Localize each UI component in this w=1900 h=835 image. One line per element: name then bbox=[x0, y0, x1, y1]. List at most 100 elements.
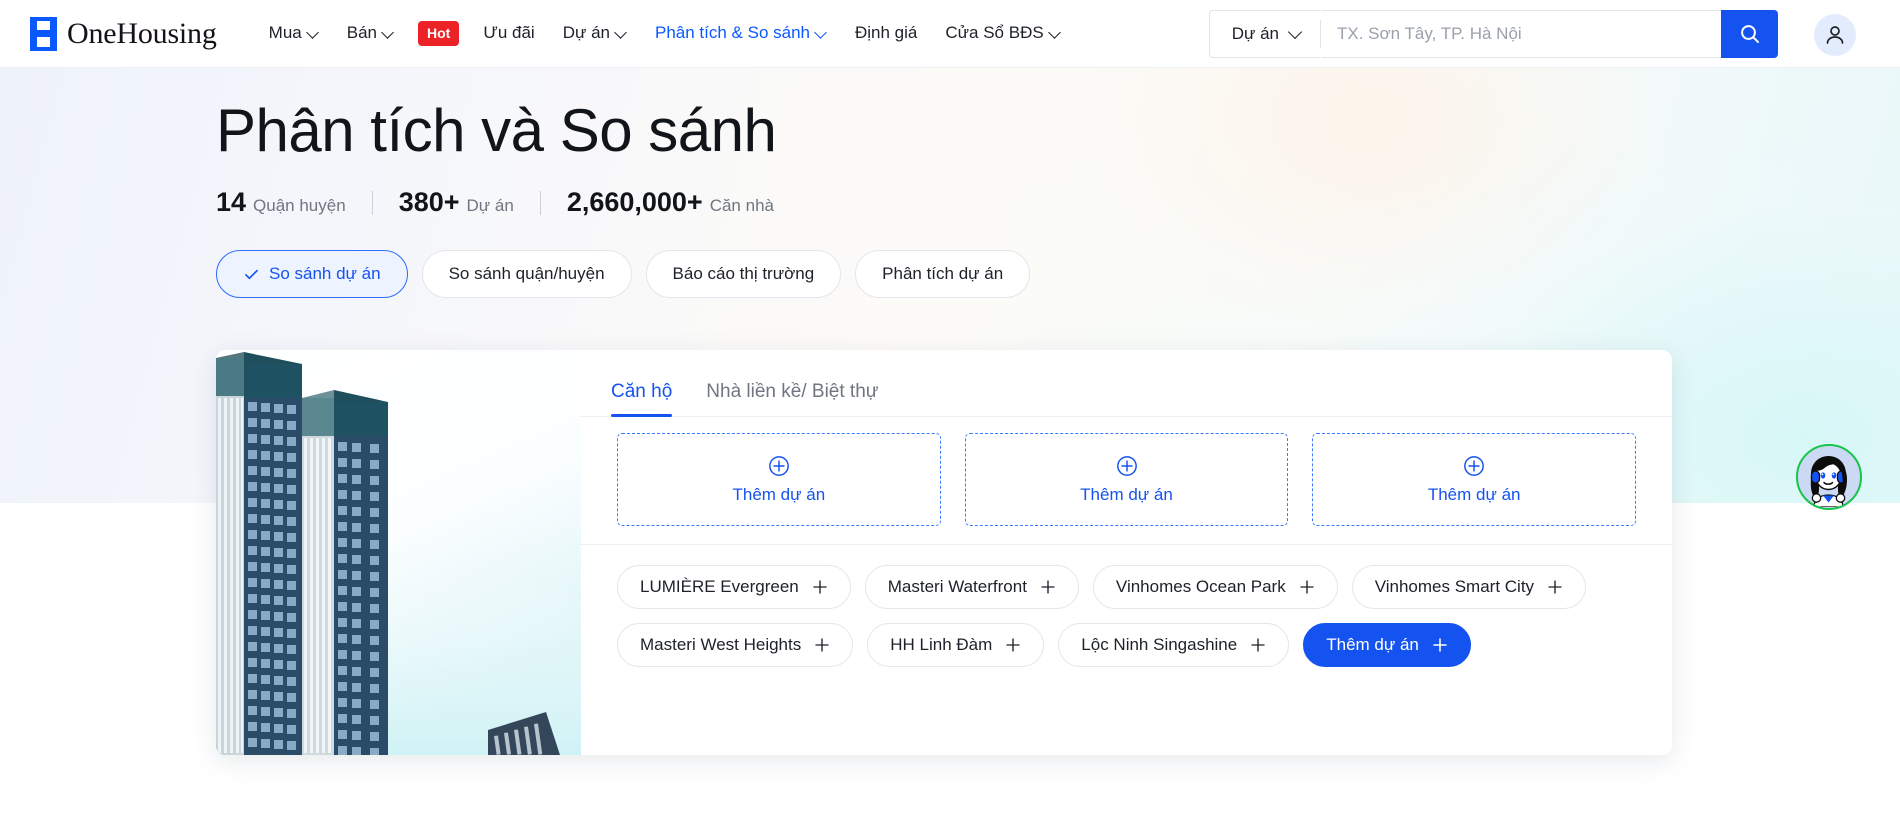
plus-circle-icon bbox=[768, 455, 789, 476]
project-suggestion-chips: LUMIÈRE Evergreen Masteri Waterfront Vin… bbox=[581, 545, 1672, 667]
chip-label: Lộc Ninh Singashine bbox=[1081, 635, 1238, 654]
logo[interactable]: OneHousing bbox=[30, 16, 217, 51]
stat-separator bbox=[371, 190, 373, 215]
pill-label: Phân tích dự án bbox=[882, 264, 1004, 283]
chip-vinhomes-smart-city[interactable]: Vinhomes Smart City bbox=[1351, 565, 1587, 609]
stat-homes: 2,660,000+ Căn nhà bbox=[567, 187, 774, 218]
pill-bao-cao-thi-truong[interactable]: Báo cáo thị trường bbox=[645, 250, 842, 298]
chatbot-button[interactable] bbox=[1796, 444, 1862, 510]
plus-icon bbox=[815, 638, 829, 652]
stat-number: 14 bbox=[216, 187, 247, 217]
pill-label: Báo cáo thị trường bbox=[672, 264, 815, 283]
nav-label: Mua bbox=[268, 23, 302, 43]
slot-label: Thêm dự án bbox=[1080, 484, 1173, 504]
stat-label: Căn nhà bbox=[709, 196, 774, 215]
nav-label: Phân tích & So sánh bbox=[655, 23, 810, 43]
chip-label: LUMIÈRE Evergreen bbox=[640, 577, 799, 596]
nav-item-dinh-gia[interactable]: Định giá bbox=[841, 15, 931, 51]
project-slots: Thêm dự án Thêm dự án Thêm dự án bbox=[581, 417, 1672, 544]
stat-separator bbox=[539, 190, 541, 215]
tab-can-ho[interactable]: Căn hộ bbox=[611, 381, 673, 417]
plus-icon bbox=[1041, 580, 1055, 594]
slot-label: Thêm dự án bbox=[732, 484, 826, 504]
pill-label: So sánh quận/huyện bbox=[448, 264, 605, 283]
user-icon bbox=[1826, 26, 1844, 44]
main-nav: Mua Bán Hot Ưu đãi Dự án Phân tích & So … bbox=[255, 13, 1075, 54]
search-type-selector[interactable]: Dự án bbox=[1208, 10, 1320, 58]
chevron-down-icon bbox=[308, 28, 319, 39]
nav-item-cua-so-bds[interactable]: Cửa Sổ BĐS bbox=[931, 15, 1074, 51]
pill-so-sanh-quan-huyen[interactable]: So sánh quận/huyện bbox=[421, 250, 632, 298]
account-button[interactable] bbox=[1814, 14, 1856, 56]
chevron-down-icon bbox=[1289, 30, 1302, 39]
onehousing-logo-icon bbox=[30, 16, 57, 51]
chevron-down-icon bbox=[1050, 28, 1061, 39]
chip-label: HH Linh Đàm bbox=[890, 635, 993, 654]
tab-nha-lien-ke-biet-thu[interactable]: Nhà liền kề/ Biệt thự bbox=[706, 381, 878, 416]
pill-so-sanh-du-an[interactable]: So sánh dự án bbox=[216, 250, 408, 298]
search-input[interactable] bbox=[1321, 10, 1721, 58]
search-bar: Dự án bbox=[1208, 10, 1778, 58]
nav-item-hot[interactable]: Hot bbox=[408, 13, 469, 54]
project-slot-2: Thêm dự án bbox=[953, 433, 1301, 526]
tab-label: Nhà liền kề/ Biệt thự bbox=[706, 381, 879, 402]
nav-label: Ưu đãi bbox=[483, 23, 535, 43]
project-slot-1: Thêm dự án bbox=[605, 433, 953, 526]
plus-icon bbox=[1006, 638, 1020, 652]
nav-item-ban[interactable]: Bán bbox=[333, 15, 408, 51]
hot-badge: Hot bbox=[417, 21, 460, 46]
nav-label: Bán bbox=[346, 23, 377, 43]
chip-lumiere-evergreen[interactable]: LUMIÈRE Evergreen bbox=[617, 565, 851, 609]
add-project-slot-button-3[interactable]: Thêm dự án bbox=[1312, 433, 1637, 526]
card-body: Căn hộ Nhà liền kề/ Biệt thự Thêm dự án bbox=[581, 350, 1672, 755]
search-icon bbox=[1740, 25, 1759, 43]
tab-label: Căn hộ bbox=[611, 381, 673, 402]
plus-circle-icon bbox=[1464, 455, 1485, 476]
hero-stats: 14 Quận huyện 380+ Dự án 2,660,000+ Căn … bbox=[216, 187, 1030, 218]
nav-label: Định giá bbox=[855, 23, 918, 43]
skyscraper-illustration-svg bbox=[216, 350, 581, 755]
stat-districts: 14 Quận huyện bbox=[216, 187, 346, 218]
search-button[interactable] bbox=[1721, 10, 1778, 58]
add-project-slot-button-2[interactable]: Thêm dự án bbox=[964, 433, 1289, 526]
plus-icon bbox=[1433, 638, 1447, 652]
chip-loc-ninh-singashine[interactable]: Lộc Ninh Singashine bbox=[1058, 623, 1290, 667]
stat-label: Quận huyện bbox=[253, 196, 346, 215]
plus-circle-icon bbox=[1116, 455, 1137, 476]
add-project-slot-button-1[interactable]: Thêm dự án bbox=[617, 433, 941, 526]
hero-content: Phân tích và So sánh 14 Quận huyện 380+ … bbox=[216, 96, 1031, 298]
skyscraper-illustration bbox=[216, 350, 581, 755]
slot-label: Thêm dự án bbox=[1427, 484, 1521, 504]
nav-item-du-an[interactable]: Dự án bbox=[549, 15, 641, 51]
chip-add-project-button[interactable]: Thêm dự án bbox=[1303, 623, 1471, 667]
chevron-down-icon bbox=[816, 28, 827, 39]
pill-phan-tich-du-an[interactable]: Phân tích dự án bbox=[855, 250, 1031, 298]
chatbot-avatar-icon bbox=[1798, 446, 1859, 508]
page-title: Phân tích và So sánh bbox=[216, 97, 777, 164]
nav-label: Cửa Sổ BĐS bbox=[945, 23, 1044, 43]
chip-masteri-west-heights[interactable]: Masteri West Heights bbox=[617, 623, 854, 667]
site-header: OneHousing Mua Bán Hot Ưu đãi Dự án Phân… bbox=[0, 0, 1900, 68]
logo-text: OneHousing bbox=[67, 16, 217, 50]
stat-number: 2,660,000+ bbox=[566, 187, 703, 217]
stat-number: 380+ bbox=[398, 187, 460, 217]
card-tabs: Căn hộ Nhà liền kề/ Biệt thự bbox=[581, 350, 1672, 417]
nav-item-phan-tich-so-sanh[interactable]: Phân tích & So sánh bbox=[641, 15, 841, 51]
nav-label: Dự án bbox=[562, 23, 610, 43]
chip-label: Vinhomes Ocean Park bbox=[1115, 577, 1286, 596]
nav-item-uu-dai[interactable]: Ưu đãi bbox=[469, 15, 548, 51]
plus-icon bbox=[1300, 580, 1314, 594]
chip-masteri-waterfront[interactable]: Masteri Waterfront bbox=[864, 565, 1079, 609]
chip-label: Masteri West Heights bbox=[640, 635, 802, 654]
chip-hh-linh-dam[interactable]: HH Linh Đàm bbox=[867, 623, 1045, 667]
project-slot-3: Thêm dự án bbox=[1300, 433, 1648, 526]
plus-icon bbox=[813, 580, 827, 594]
hero-filter-pills: So sánh dự án So sánh quận/huyện Báo cáo… bbox=[216, 250, 1031, 298]
nav-item-mua[interactable]: Mua bbox=[255, 15, 333, 51]
comparison-card: Căn hộ Nhà liền kề/ Biệt thự Thêm dự án bbox=[216, 350, 1672, 755]
chip-vinhomes-ocean-park[interactable]: Vinhomes Ocean Park bbox=[1092, 565, 1338, 609]
plus-icon bbox=[1548, 580, 1562, 594]
chip-label: Thêm dự án bbox=[1326, 635, 1419, 654]
chevron-down-icon bbox=[616, 28, 627, 39]
search-type-label: Dự án bbox=[1231, 24, 1279, 43]
